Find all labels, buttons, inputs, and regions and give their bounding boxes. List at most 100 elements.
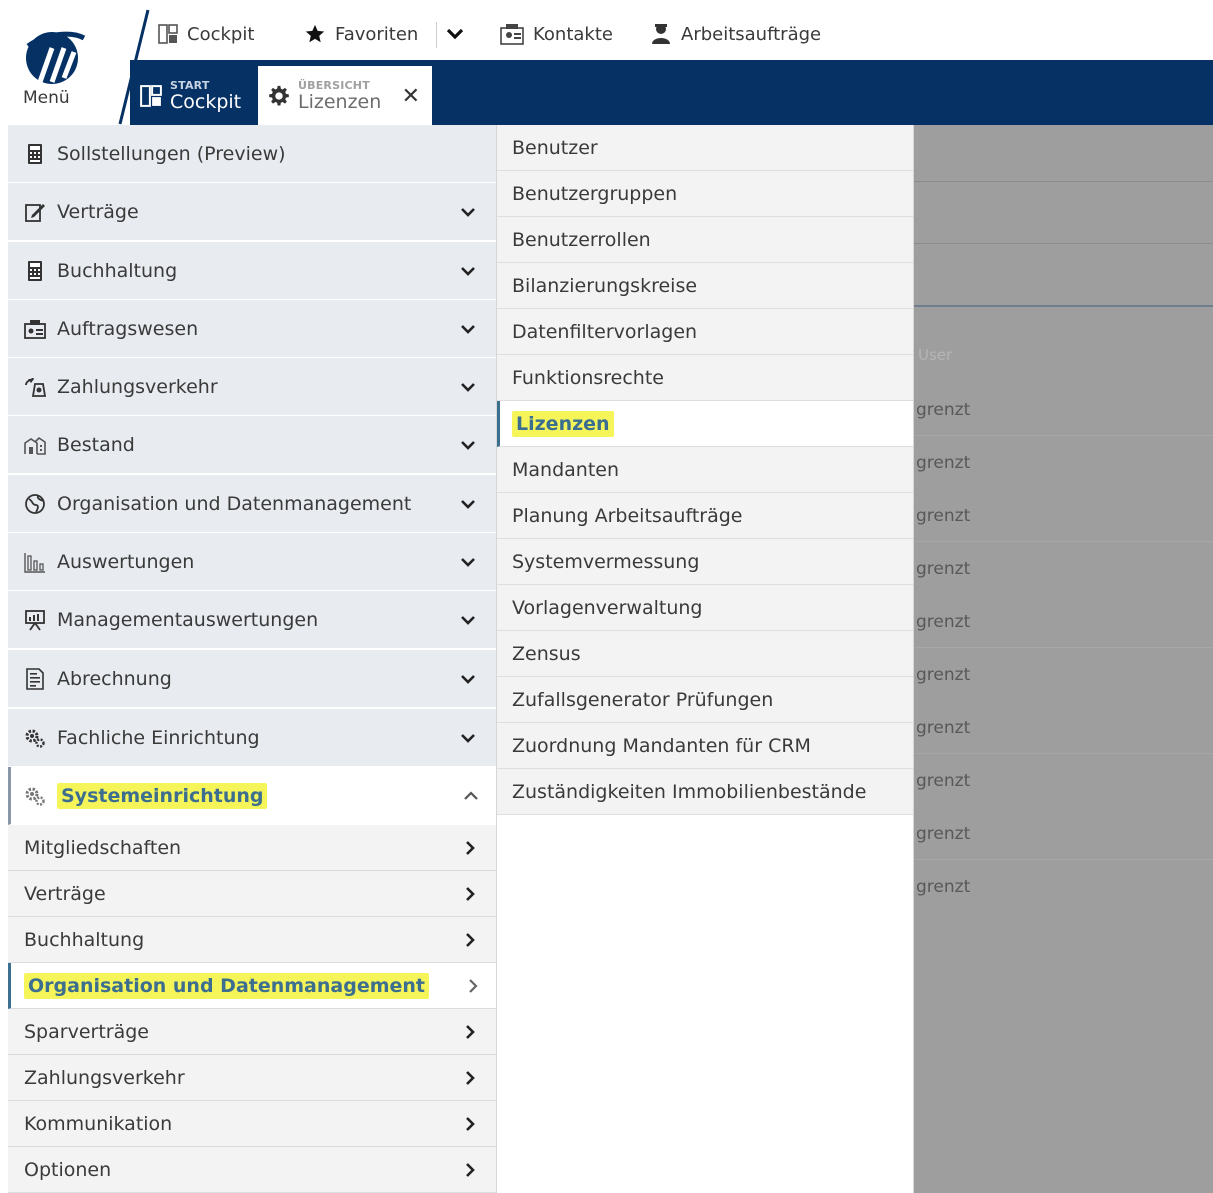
orders-icon bbox=[24, 319, 46, 339]
mid-item-mandanten[interactable]: Mandanten bbox=[497, 447, 913, 493]
close-icon[interactable]: ✕ bbox=[402, 84, 420, 109]
chevron-right-icon bbox=[466, 1070, 475, 1085]
table-cell: grenzt bbox=[916, 771, 971, 791]
menu-item-buchhaltung[interactable]: Buchhaltung bbox=[8, 242, 496, 300]
gear-icon bbox=[269, 85, 289, 106]
table-cell: grenzt bbox=[916, 665, 971, 685]
topbar-cockpit-link[interactable]: Cockpit bbox=[158, 20, 254, 48]
submenu-item-buchhaltung[interactable]: Buchhaltung bbox=[8, 917, 496, 963]
mid-item-label: Vorlagenverwaltung bbox=[512, 596, 703, 619]
contacts-icon bbox=[500, 24, 524, 45]
topbar-arbeitsauftraege-link[interactable]: Arbeitsaufträge bbox=[650, 20, 821, 48]
submenu-item-mitgliedschaften[interactable]: Mitgliedschaften bbox=[8, 825, 496, 871]
mid-item-lizenzen[interactable]: Lizenzen bbox=[497, 401, 913, 447]
star-icon bbox=[305, 24, 325, 43]
submenu-item-sparvertraege[interactable]: Sparverträge bbox=[8, 1009, 496, 1055]
mid-item-label: Zufallsgenerator Prüfungen bbox=[512, 688, 774, 711]
chevron-down-icon bbox=[461, 557, 475, 567]
organisation-submenu: Benutzer Benutzergruppen Benutzerrollen … bbox=[496, 125, 914, 1193]
mid-item-benutzer[interactable]: Benutzer bbox=[497, 125, 913, 171]
chevron-down-icon bbox=[461, 440, 475, 450]
mid-item-label: Benutzerrollen bbox=[512, 228, 651, 251]
mid-item-zuordnung-mandanten[interactable]: Zuordnung Mandanten für CRM bbox=[497, 723, 913, 769]
mid-item-label: Zensus bbox=[512, 642, 581, 665]
worker-icon bbox=[652, 24, 670, 44]
globe-icon bbox=[25, 493, 45, 514]
tab-cockpit-title: Cockpit bbox=[170, 90, 242, 113]
menu-item-bestand[interactable]: Bestand bbox=[8, 416, 496, 474]
mid-item-benutzerrollen[interactable]: Benutzerrollen bbox=[497, 217, 913, 263]
tab-lizenzen-title: Lizenzen bbox=[298, 90, 382, 113]
mid-item-vorlagenverwaltung[interactable]: Vorlagenverwaltung bbox=[497, 585, 913, 631]
dashboard-icon bbox=[158, 24, 178, 44]
chevron-down-icon bbox=[461, 499, 475, 509]
submenu-item-vertraege[interactable]: Verträge bbox=[8, 871, 496, 917]
table-cell: grenzt bbox=[916, 453, 971, 473]
submenu-item-optionen[interactable]: Optionen bbox=[8, 1147, 496, 1193]
mid-item-planung-arbeitsauftraege[interactable]: Planung Arbeitsaufträge bbox=[497, 493, 913, 539]
menu-item-sollstellungen[interactable]: Sollstellungen (Preview) bbox=[8, 125, 496, 183]
menu-item-label: Buchhaltung bbox=[57, 259, 178, 282]
presentation-icon bbox=[25, 609, 45, 631]
tab-bar: START Cockpit ÜBERSICHT Lizenzen ✕ bbox=[130, 60, 1213, 125]
top-navigation-bar: Cockpit Favoriten Kontakte Arbeitsaufträ… bbox=[150, 8, 1213, 60]
table-cell: grenzt bbox=[916, 877, 971, 897]
menu-item-vertraege[interactable]: Verträge bbox=[8, 183, 496, 241]
favoriten-dropdown-button[interactable] bbox=[446, 20, 473, 48]
divider bbox=[912, 243, 1213, 244]
payment-icon bbox=[25, 377, 46, 397]
menu-item-managementauswertungen[interactable]: Managementauswertungen bbox=[8, 591, 496, 649]
submenu-item-kommunikation[interactable]: Kommunikation bbox=[8, 1101, 496, 1147]
menu-item-label: Systemeinrichtung bbox=[57, 782, 268, 809]
menu-item-label: Zahlungsverkehr bbox=[57, 375, 218, 398]
submenu-item-organisation[interactable]: Organisation und Datenmanagement bbox=[8, 963, 496, 1009]
tab-lizenzen[interactable]: ÜBERSICHT Lizenzen ✕ bbox=[258, 66, 432, 125]
submenu-item-label: Zahlungsverkehr bbox=[24, 1066, 185, 1089]
chevron-down-icon bbox=[461, 733, 475, 743]
dimmed-content-area: User grenzt grenzt grenzt grenzt grenzt … bbox=[912, 125, 1213, 1193]
menu-item-label: Verträge bbox=[57, 200, 139, 223]
divider bbox=[912, 647, 1213, 648]
invoice-icon bbox=[26, 667, 44, 690]
chevron-down-icon bbox=[446, 28, 464, 40]
menu-item-fachliche-einrichtung[interactable]: Fachliche Einrichtung bbox=[8, 709, 496, 767]
mid-item-zufallsgenerator[interactable]: Zufallsgenerator Prüfungen bbox=[497, 677, 913, 723]
topbar-favoriten-link[interactable]: Favoriten bbox=[304, 20, 418, 48]
menu-item-label: Fachliche Einrichtung bbox=[57, 726, 260, 749]
topbar-kontakte-label: Kontakte bbox=[533, 23, 613, 45]
mid-item-label: Zuständigkeiten Immobilienbestände bbox=[512, 780, 867, 803]
calculator-icon bbox=[28, 143, 42, 164]
mid-item-label: Benutzergruppen bbox=[512, 182, 678, 205]
menu-item-auswertungen[interactable]: Auswertungen bbox=[8, 533, 496, 591]
topbar-favoriten-label: Favoriten bbox=[335, 23, 419, 45]
table-header-user: User bbox=[918, 346, 953, 364]
divider bbox=[912, 181, 1213, 182]
mid-item-datenfiltervorlagen[interactable]: Datenfiltervorlagen bbox=[497, 309, 913, 355]
mid-item-zustaendigkeiten[interactable]: Zuständigkeiten Immobilienbestände bbox=[497, 769, 913, 815]
main-navigation-menu: Sollstellungen (Preview) Verträge Buchha… bbox=[8, 125, 496, 1193]
submenu-item-label: Kommunikation bbox=[24, 1112, 173, 1135]
mid-item-label: Datenfiltervorlagen bbox=[512, 320, 698, 343]
menu-item-auftragswesen[interactable]: Auftragswesen bbox=[8, 300, 496, 358]
mid-item-systemvermessung[interactable]: Systemvermessung bbox=[497, 539, 913, 585]
menu-item-zahlungsverkehr[interactable]: Zahlungsverkehr bbox=[8, 358, 496, 416]
gears-icon bbox=[25, 787, 45, 806]
calculator-icon bbox=[28, 260, 42, 281]
mid-item-funktionsrechte[interactable]: Funktionsrechte bbox=[497, 355, 913, 401]
tab-cockpit-caption: START bbox=[170, 78, 210, 92]
topbar-kontakte-link[interactable]: Kontakte bbox=[500, 20, 613, 48]
menu-item-abrechnung[interactable]: Abrechnung bbox=[8, 650, 496, 708]
chevron-right-icon bbox=[466, 932, 475, 947]
menu-item-label: Auswertungen bbox=[57, 550, 195, 573]
favoriten-separator bbox=[436, 22, 437, 48]
menu-item-systemeinrichtung[interactable]: Systemeinrichtung bbox=[8, 767, 496, 825]
mid-item-bilanzierungskreise[interactable]: Bilanzierungskreise bbox=[497, 263, 913, 309]
menu-item-label: Managementauswertungen bbox=[57, 608, 319, 631]
menu-item-organisation[interactable]: Organisation und Datenmanagement bbox=[8, 475, 496, 533]
mid-item-zensus[interactable]: Zensus bbox=[497, 631, 913, 677]
mid-item-benutzergruppen[interactable]: Benutzergruppen bbox=[497, 171, 913, 217]
submenu-item-zahlungsverkehr[interactable]: Zahlungsverkehr bbox=[8, 1055, 496, 1101]
tab-cockpit[interactable]: START Cockpit bbox=[130, 66, 254, 125]
chevron-right-icon bbox=[466, 1116, 475, 1131]
menu-item-label: Abrechnung bbox=[57, 667, 172, 690]
